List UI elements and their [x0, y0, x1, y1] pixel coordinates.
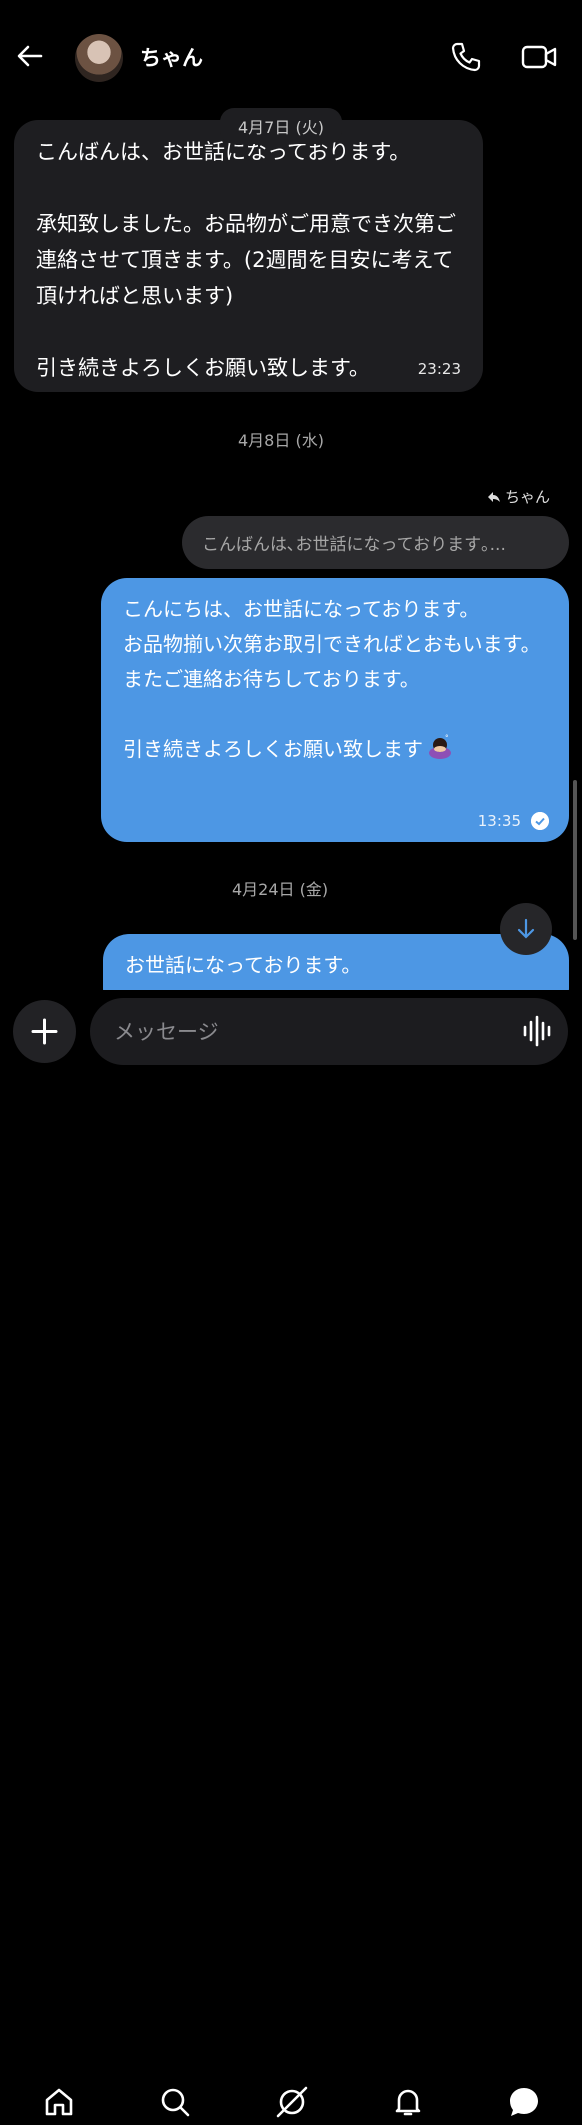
bell-icon[interactable]: [391, 2085, 425, 2119]
outgoing-message-text: お世話になっております。: [125, 953, 362, 977]
reply-icon: [487, 492, 500, 502]
phone-icon[interactable]: [449, 40, 483, 74]
date-separator: 4月8日 (水): [238, 431, 324, 450]
composer: [0, 990, 582, 2118]
message-input[interactable]: [90, 998, 568, 1065]
outgoing-message-time: 13:35: [477, 812, 521, 830]
incoming-message[interactable]: こんばんは、お世話になっております。 承知致しました。お品物がご用意でき次第ご連…: [14, 120, 483, 392]
incoming-message-text: こんばんは、お世話になっております。 承知致しました。お品物がご用意でき次第ご連…: [36, 140, 456, 380]
scrollbar[interactable]: [573, 780, 577, 940]
outgoing-message[interactable]: こんにちは、お世話になっております。 お品物揃い次第お取引できればとおもいます。…: [101, 578, 569, 842]
avatar[interactable]: [75, 34, 123, 82]
read-check-icon: [531, 812, 549, 830]
voice-wave-icon[interactable]: [522, 1014, 554, 1048]
search-icon[interactable]: [158, 2085, 192, 2119]
chat-thread[interactable]: す。 こんばんは、お世話になっております。 承知致しました。お品物がご用意でき次…: [0, 0, 582, 990]
outgoing-message-text: こんにちは、お世話になっております。 お品物揃い次第お取引できればとおもいます。…: [123, 592, 553, 767]
arrow-down-icon: [517, 918, 535, 939]
plus-icon: [31, 1018, 58, 1045]
reply-label-name: ちゃん: [504, 488, 550, 506]
video-icon[interactable]: [520, 40, 558, 74]
home-icon[interactable]: [42, 2085, 76, 2119]
reply-quote-text: こんばんは､お世話になっております｡...: [202, 535, 506, 555]
svg-text:°: °: [445, 734, 449, 742]
chat-header: ちゃん: [0, 0, 582, 112]
contact-name[interactable]: ちゃん: [140, 42, 203, 72]
reply-label: ちゃん: [487, 486, 550, 507]
explore-icon[interactable]: [275, 2085, 309, 2119]
add-attachment-button[interactable]: [13, 1000, 76, 1063]
bowing-emoji-icon: °: [429, 734, 451, 759]
bottom-nav: [0, 2085, 582, 2125]
incoming-message-time: 23:23: [417, 360, 461, 378]
date-separator: 4月24日 (金): [232, 880, 329, 899]
outgoing-message-body: こんにちは、お世話になっております。 お品物揃い次第お取引できればとおもいます。…: [123, 597, 541, 761]
reply-quote[interactable]: こんばんは､お世話になっております｡...: [182, 516, 569, 569]
chat-bubble-icon[interactable]: [507, 2085, 541, 2119]
scroll-to-bottom-button[interactable]: [500, 903, 552, 955]
date-separator: 4月7日 (火): [220, 108, 342, 144]
back-arrow-icon[interactable]: [14, 40, 46, 72]
